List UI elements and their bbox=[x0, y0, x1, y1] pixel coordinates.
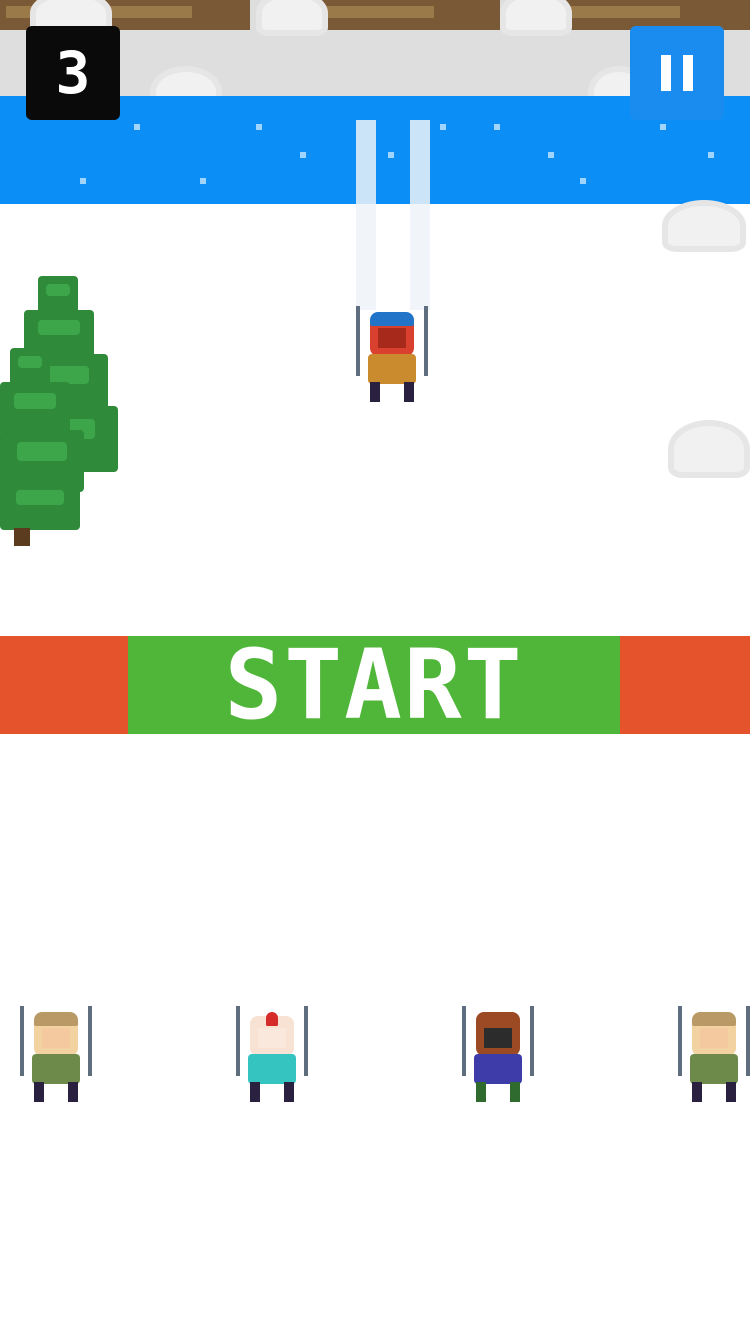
bearded-skier bbox=[462, 1006, 534, 1102]
water-sparkle bbox=[388, 152, 394, 158]
start-banner-center: START bbox=[128, 636, 620, 734]
start-label: START bbox=[224, 629, 524, 741]
water-sparkle bbox=[580, 178, 586, 184]
water-sparkle bbox=[708, 152, 714, 158]
rock bbox=[320, 0, 500, 30]
ski-trail bbox=[410, 120, 430, 310]
snow-mound bbox=[256, 0, 328, 36]
pause-button[interactable] bbox=[630, 26, 724, 120]
snow-mound bbox=[500, 0, 572, 36]
water-sparkle bbox=[256, 124, 262, 130]
score-counter: 3 bbox=[26, 26, 120, 120]
water-sparkle bbox=[134, 124, 140, 130]
water-sparkle bbox=[300, 152, 306, 158]
player-skier bbox=[356, 306, 428, 402]
ranger-skier bbox=[20, 1006, 92, 1102]
water-sparkle bbox=[660, 124, 666, 130]
ranger-skier bbox=[678, 1006, 750, 1102]
mohawk-skier bbox=[236, 1006, 308, 1102]
water-sparkle bbox=[80, 178, 86, 184]
water-sparkle bbox=[494, 124, 500, 130]
water-sparkle bbox=[200, 178, 206, 184]
start-banner: START bbox=[0, 636, 750, 734]
pause-icon bbox=[655, 55, 699, 91]
ski-trail bbox=[356, 120, 376, 310]
pine-tree bbox=[0, 348, 84, 548]
water-sparkle bbox=[548, 152, 554, 158]
water-sparkle bbox=[440, 124, 446, 130]
score-value: 3 bbox=[55, 39, 91, 107]
snow-mound bbox=[668, 420, 750, 478]
snow-mound bbox=[662, 200, 746, 252]
